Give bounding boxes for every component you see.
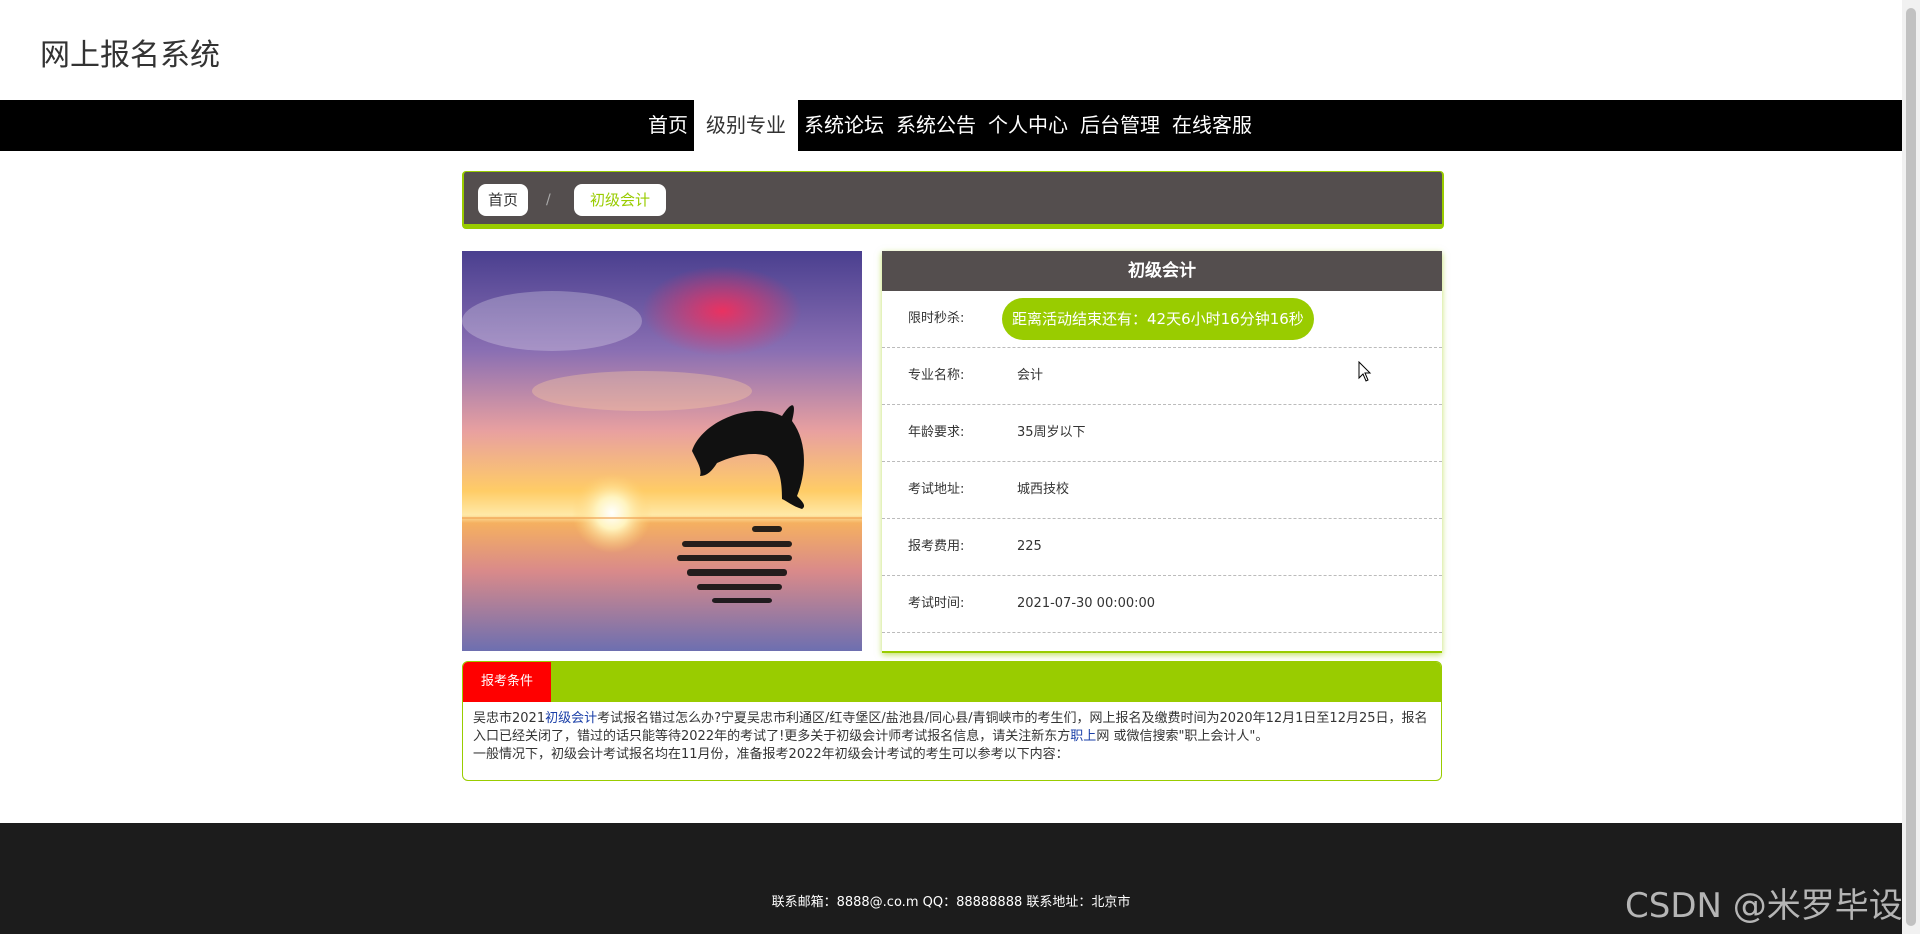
nav-item-forum[interactable]: 系统论坛 [798, 100, 890, 151]
nav-item-support[interactable]: 在线客服 [1166, 100, 1258, 151]
site-footer: 联系邮箱：8888@.co.m QQ：88888888 联系地址：北京市 [0, 823, 1902, 934]
nav-item-profile[interactable]: 个人中心 [982, 100, 1074, 151]
detail-label: 年龄要求: [908, 425, 965, 440]
nav-item-levels[interactable]: 级别专业 [694, 100, 798, 151]
nav-item-announcements[interactable]: 系统公告 [890, 100, 982, 151]
breadcrumb-home[interactable]: 首页 [478, 184, 529, 216]
nav-items: 首页 级别专业 系统论坛 系统公告 个人中心 后台管理 在线客服 [642, 100, 1258, 151]
detail-row-age: 年龄要求: 35周岁以下 [882, 405, 1442, 462]
content-paragraph-2: 一般情况下，初级会计考试报名均在11月份，准备报考2022年初级会计考试的考生可… [473, 747, 1069, 762]
nav-item-home[interactable]: 首页 [642, 100, 694, 151]
countdown-badge: 距离活动结束还有：42天6小时16分钟16秒 [1002, 298, 1314, 340]
detail-label: 限时秒杀: [908, 311, 965, 326]
breadcrumb-separator: / [546, 192, 551, 208]
scrollbar[interactable] [1902, 0, 1920, 934]
detail-label: 专业名称: [908, 368, 965, 383]
detail-row-flash-sale: 限时秒杀: 距离活动结束还有：42天6小时16分钟16秒 [882, 291, 1442, 348]
site-header: 网上报名系统 [0, 0, 1902, 100]
watermark: CSDN @米罗毕设 [1625, 886, 1903, 926]
mouse-cursor-icon [1358, 360, 1372, 387]
tab-requirements[interactable]: 报考条件 [463, 662, 552, 702]
footer-contact: 联系邮箱：8888@.co.m QQ：88888888 联系地址：北京市 [771, 895, 1131, 910]
dolphin-sunset-image [462, 251, 862, 651]
detail-panel: 初级会计 限时秒杀: 距离活动结束还有：42天6小时16分钟16秒 专业名称: … [882, 251, 1442, 653]
detail-row-exam-time: 考试时间: 2021-07-30 00:00:00 [882, 576, 1442, 633]
detail-title: 初级会计 [882, 251, 1442, 291]
text-span: 考试报名错过怎么办?宁夏吴忠市利通区/红寺堡区/盐池县/同心县/青铜峡市的考生们… [473, 711, 1428, 744]
detail-label: 报考费用: [908, 539, 965, 554]
breadcrumb: 首页 / 初级会计 [462, 171, 1444, 229]
text-span: 网 或微信搜索"职上会计人"。 [1096, 729, 1269, 744]
link-zhishang[interactable]: 职上 [1070, 729, 1096, 744]
scrollbar-thumb[interactable] [1906, 8, 1916, 926]
detail-value: 2021-07-30 00:00:00 [1017, 596, 1156, 611]
breadcrumb-current[interactable]: 初级会计 [574, 184, 667, 216]
detail-row-address: 考试地址: 城西技校 [882, 462, 1442, 519]
content-paragraph-1: 吴忠市2021初级会计考试报名错过怎么办?宁夏吴忠市利通区/红寺堡区/盐池县/同… [473, 710, 1431, 746]
detail-value: 城西技校 [1017, 482, 1070, 497]
site-title: 网上报名系统 [40, 38, 220, 73]
link-chuji-kuaiji[interactable]: 初级会计 [545, 711, 597, 726]
detail-value: 35周岁以下 [1017, 425, 1086, 440]
detail-label: 考试地址: [908, 482, 965, 497]
tabs-section: 报考条件 吴忠市2021初级会计考试报名错过怎么办?宁夏吴忠市利通区/红寺堡区/… [462, 661, 1442, 781]
detail-value: 会计 [1017, 368, 1044, 383]
nav-item-admin[interactable]: 后台管理 [1074, 100, 1166, 151]
tabs-bar: 报考条件 [463, 662, 1441, 702]
tab-content: 吴忠市2021初级会计考试报名错过怎么办?宁夏吴忠市利通区/红寺堡区/盐池县/同… [463, 702, 1441, 764]
detail-row-fee: 报考费用: 225 [882, 519, 1442, 576]
product-image [462, 251, 862, 651]
detail-label: 考试时间: [908, 596, 965, 611]
text-span: 吴忠市2021 [473, 711, 546, 726]
main-nav: 首页 级别专业 系统论坛 系统公告 个人中心 后台管理 在线客服 [0, 100, 1902, 151]
detail-value: 225 [1017, 539, 1042, 554]
